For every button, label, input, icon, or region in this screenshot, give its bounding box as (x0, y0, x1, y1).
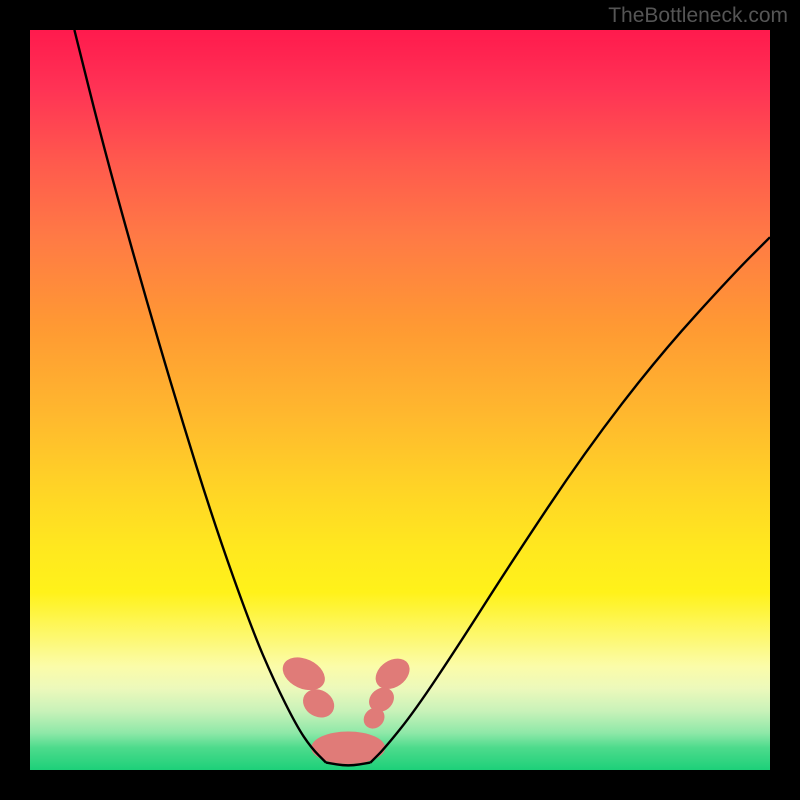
right-ascending-curve (370, 237, 770, 762)
left-descending-curve (74, 30, 326, 763)
marker-layer (277, 651, 415, 764)
watermark-text: TheBottleneck.com (608, 4, 788, 28)
chart-container: TheBottleneck.com (0, 0, 800, 800)
right-upper-blob (370, 652, 416, 695)
chart-svg (30, 30, 770, 770)
plot-area (30, 30, 770, 770)
left-lower-blob (298, 684, 340, 723)
left-upper-blob (277, 651, 330, 697)
curve-layer (74, 30, 770, 765)
